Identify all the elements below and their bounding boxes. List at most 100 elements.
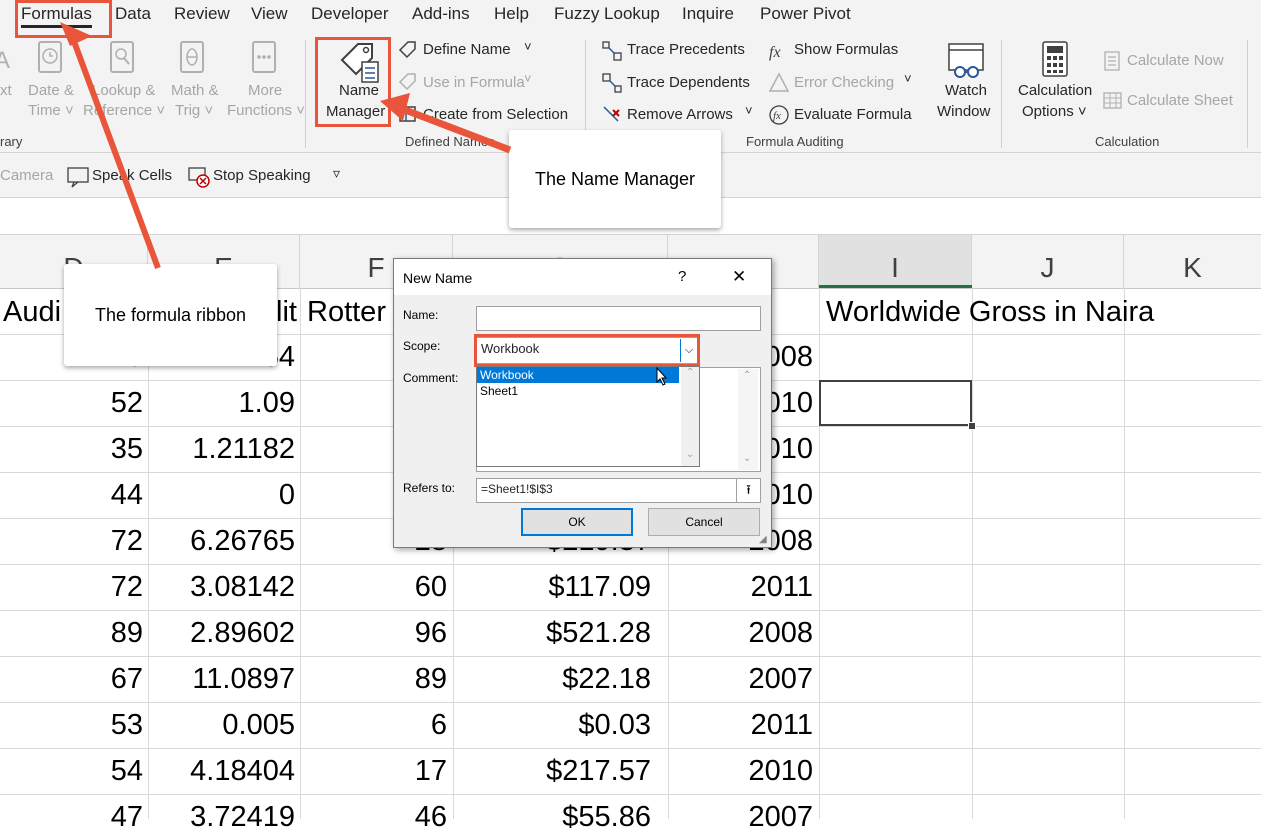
- mouse-cursor-icon: [656, 367, 668, 386]
- column-header-i[interactable]: I: [819, 235, 972, 288]
- svg-text:fx: fx: [773, 110, 781, 122]
- stop-speaking-label: Stop Speaking: [213, 167, 311, 184]
- cell-f12[interactable]: 17: [415, 755, 447, 788]
- new-name-dialog: New Name ? ✕ Name: Scope: Workbook ⌵ Com…: [393, 258, 772, 548]
- cell-d10[interactable]: 67: [111, 663, 143, 696]
- column-header-k[interactable]: K: [1124, 235, 1261, 288]
- cell-e7[interactable]: 6.26765: [190, 525, 295, 558]
- chevron-down-icon[interactable]: ˅: [904, 71, 912, 86]
- cell-d5[interactable]: 35: [111, 433, 143, 466]
- scope-option-sheet1[interactable]: Sheet1: [477, 383, 679, 399]
- group-separator: [1247, 40, 1248, 148]
- cell-h8[interactable]: 2011: [751, 571, 813, 604]
- cell-f8[interactable]: 60: [415, 571, 447, 604]
- tab-review[interactable]: Review: [174, 4, 230, 24]
- trace-dependents-label: Trace Dependents: [627, 74, 750, 91]
- cell-g11[interactable]: $0.03: [578, 709, 651, 742]
- selected-cell[interactable]: [819, 380, 972, 426]
- help-icon[interactable]: ?: [678, 268, 686, 285]
- math-label-1: Math &: [171, 82, 219, 99]
- scroll-down-icon[interactable]: ⌄: [686, 449, 694, 460]
- refers-to-field[interactable]: =Sheet1!$I$3: [476, 478, 737, 503]
- calculate-sheet-icon: [1103, 92, 1122, 109]
- cell-e13[interactable]: 3.72419: [190, 801, 295, 834]
- insert-function-fragment[interactable]: xt: [0, 82, 12, 99]
- cell-g9[interactable]: $521.28: [546, 617, 651, 650]
- chevron-down-icon[interactable]: ˅: [524, 39, 532, 54]
- error-checking-icon: [768, 72, 790, 92]
- grid-line: [1124, 288, 1125, 819]
- cell-f13[interactable]: 46: [415, 801, 447, 834]
- cell-e5[interactable]: 1.21182: [192, 433, 295, 466]
- tab-help[interactable]: Help: [494, 4, 529, 24]
- cell-e2[interactable]: lit: [276, 296, 297, 329]
- ok-button[interactable]: OK: [521, 508, 633, 536]
- cell-f11[interactable]: 6: [431, 709, 447, 742]
- comment-scrollbar[interactable]: ⌃ ⌄: [738, 369, 758, 470]
- cell-h10[interactable]: 2007: [748, 663, 813, 696]
- tab-power-pivot[interactable]: Power Pivot: [760, 4, 851, 24]
- name-field[interactable]: [476, 306, 761, 331]
- cell-h9[interactable]: 2008: [748, 617, 813, 650]
- stop-speaking-icon: [188, 167, 210, 188]
- cell-e9[interactable]: 2.89602: [190, 617, 295, 650]
- cell-d7[interactable]: 72: [111, 525, 143, 558]
- math-label-2: Trig ˅: [175, 102, 214, 119]
- cell-e8[interactable]: 3.08142: [190, 571, 295, 604]
- customize-toolbar-chevron-icon[interactable]: ▿: [333, 165, 340, 182]
- column-header-j[interactable]: J: [972, 235, 1124, 288]
- scroll-up-icon[interactable]: ⌃: [686, 367, 694, 378]
- collapse-dialog-icon[interactable]: ⭱: [736, 478, 761, 503]
- name-manager-callout-text: The Name Manager: [534, 168, 696, 189]
- cell-e10[interactable]: 11.0897: [192, 663, 295, 696]
- cell-h12[interactable]: 2010: [748, 755, 813, 788]
- cell-f9[interactable]: 96: [415, 617, 447, 650]
- cell-h11[interactable]: 2011: [751, 709, 813, 742]
- cell-d12[interactable]: 54: [111, 755, 143, 788]
- cell-e11[interactable]: 0.005: [222, 709, 295, 742]
- scroll-down-icon[interactable]: ⌄: [743, 453, 751, 464]
- scroll-up-icon[interactable]: ⌃: [743, 370, 751, 381]
- cell-g10[interactable]: $22.18: [562, 663, 651, 696]
- cell-d13[interactable]: 47: [111, 801, 143, 834]
- close-icon[interactable]: ✕: [732, 267, 746, 287]
- tab-view[interactable]: View: [251, 4, 288, 24]
- cell-h13[interactable]: 2007: [748, 801, 813, 834]
- grid-line: [0, 794, 1261, 795]
- cell-e4[interactable]: 1.09: [239, 387, 295, 420]
- cell-d2[interactable]: Audi: [3, 296, 61, 329]
- cell-f10[interactable]: 89: [415, 663, 447, 696]
- fill-handle[interactable]: [968, 422, 976, 430]
- tab-data[interactable]: Data: [115, 4, 151, 24]
- remove-arrows-label: Remove Arrows: [627, 106, 733, 123]
- error-checking-label: Error Checking: [794, 74, 895, 91]
- cell-g12[interactable]: $217.57: [546, 755, 651, 788]
- cell-d9[interactable]: 89: [111, 617, 143, 650]
- cell-d11[interactable]: 53: [111, 709, 143, 742]
- grid-line: [819, 288, 820, 819]
- tab-developer[interactable]: Developer: [311, 4, 389, 24]
- chevron-down-icon[interactable]: ˅: [524, 71, 532, 86]
- evaluate-formula-label: Evaluate Formula: [794, 106, 912, 123]
- tab-add-ins[interactable]: Add-ins: [412, 4, 470, 24]
- cell-d8[interactable]: 72: [111, 571, 143, 604]
- cancel-button[interactable]: Cancel: [648, 508, 760, 536]
- camera-button[interactable]: Camera: [0, 167, 53, 184]
- formulas-tab-highlight: [15, 0, 112, 38]
- cell-i2[interactable]: Worldwide Gross in Naira: [826, 296, 1154, 329]
- watch-window-label-1: Watch: [945, 82, 987, 99]
- cell-g8[interactable]: $117.09: [548, 571, 651, 604]
- cell-f2[interactable]: Rotter: [307, 296, 386, 329]
- list-scrollbar[interactable]: ⌃ ⌄: [681, 367, 699, 466]
- tab-inquire[interactable]: Inquire: [682, 4, 734, 24]
- scope-option-workbook[interactable]: Workbook: [477, 367, 679, 383]
- cell-d6[interactable]: 44: [111, 479, 143, 512]
- cell-g13[interactable]: $55.86: [562, 801, 651, 834]
- calculation-group-label: Calculation: [1095, 134, 1160, 149]
- cell-e6[interactable]: 0: [279, 479, 295, 512]
- cell-d4[interactable]: 52: [111, 387, 143, 420]
- tab-fuzzy-lookup[interactable]: Fuzzy Lookup: [554, 4, 660, 24]
- chevron-down-icon[interactable]: ˅: [745, 103, 753, 118]
- cell-e12[interactable]: 4.18404: [190, 755, 295, 788]
- resize-grip-icon[interactable]: ◢: [759, 534, 767, 545]
